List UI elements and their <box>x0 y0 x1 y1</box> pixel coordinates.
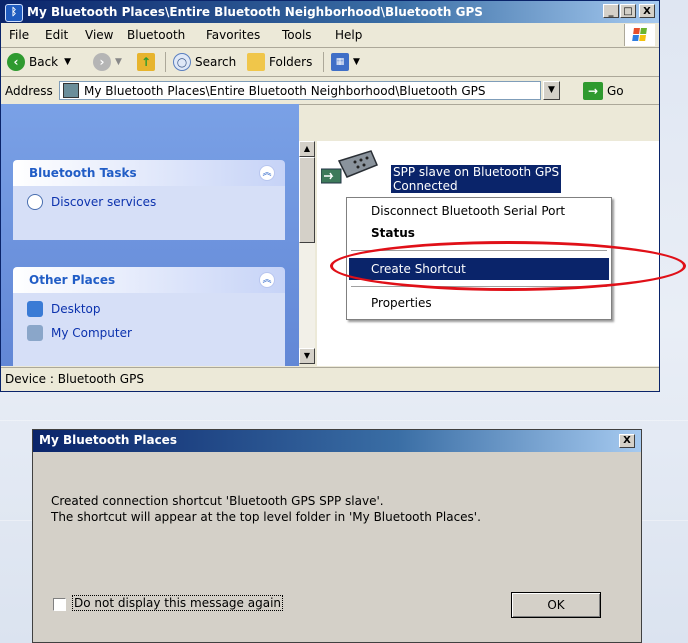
search-icon <box>27 194 43 210</box>
up-folder-button[interactable]: ↑ <box>137 52 159 72</box>
desktop-link[interactable]: Desktop <box>13 297 285 321</box>
collapse-chevron-icon[interactable]: ︽ <box>259 272 275 288</box>
dialog-message-line2: The shortcut will appear at the top leve… <box>51 510 481 524</box>
minimize-button[interactable]: _ <box>603 4 619 18</box>
menu-item-disconnect[interactable]: Disconnect Bluetooth Serial Port <box>349 200 609 222</box>
close-button[interactable]: X <box>639 4 655 18</box>
address-input[interactable]: My Bluetooth Places\Entire Bluetooth Nei… <box>59 81 541 100</box>
dialog-title: My Bluetooth Places <box>39 433 177 447</box>
views-icon: ▦ <box>331 53 349 71</box>
device-name: SPP slave on Bluetooth GPS <box>393 165 560 179</box>
search-icon: ○ <box>173 53 191 71</box>
go-arrow-icon: → <box>583 82 603 100</box>
explorer-window: ᛒ My Bluetooth Places\Entire Bluetooth N… <box>0 0 660 392</box>
forward-button[interactable]: › ▼ <box>93 52 122 72</box>
confirmation-dialog: My Bluetooth Places X Created connection… <box>32 429 642 643</box>
menu-help[interactable]: Help <box>335 28 362 42</box>
folders-icon <box>247 53 265 71</box>
ok-button[interactable]: OK <box>511 592 601 618</box>
bluetooth-tasks-panel: Bluetooth Tasks ︽ Discover services <box>13 160 285 240</box>
dialog-message-line1: Created connection shortcut 'Bluetooth G… <box>51 494 384 508</box>
menu-edit[interactable]: Edit <box>45 28 68 42</box>
discover-services-link[interactable]: Discover services <box>13 190 285 214</box>
dialog-titlebar[interactable]: My Bluetooth Places X <box>33 430 641 452</box>
other-places-panel: Other Places ︽ Desktop My Computer <box>13 267 285 366</box>
my-computer-link[interactable]: My Computer <box>13 321 285 345</box>
forward-arrow-icon: › <box>93 53 111 71</box>
chevron-down-icon[interactable]: ▼ <box>115 57 122 67</box>
chevron-down-icon[interactable]: ▼ <box>64 57 71 67</box>
maximize-button[interactable]: □ <box>620 4 636 18</box>
go-button[interactable]: → Go <box>583 81 624 101</box>
toolbar: ‹ Back ▼ › ▼ ↑ ○ Search Folders ▦ ▼ <box>1 48 659 77</box>
up-folder-icon: ↑ <box>137 53 155 71</box>
menu-file[interactable]: File <box>9 28 29 42</box>
menu-bar: File Edit View Bluetooth Favorites Tools… <box>1 23 659 48</box>
menu-view[interactable]: View <box>85 28 113 42</box>
bluetooth-device-icon <box>63 83 79 98</box>
address-label: Address <box>5 84 53 98</box>
menu-item-properties[interactable]: Properties <box>349 292 609 314</box>
views-button[interactable]: ▦ ▼ <box>331 52 360 72</box>
scroll-down-button[interactable]: ▼ <box>299 348 315 364</box>
scroll-thumb[interactable] <box>299 157 315 243</box>
status-bar: Device : Bluetooth GPS <box>1 367 659 392</box>
task-pane: Bluetooth Tasks ︽ Discover services Othe… <box>1 104 299 366</box>
dialog-close-button[interactable]: X <box>619 434 635 448</box>
menu-tools[interactable]: Tools <box>282 28 312 42</box>
vertical-scrollbar[interactable]: ▲ ▼ <box>299 141 315 364</box>
address-bar: Address My Bluetooth Places\Entire Bluet… <box>1 78 659 105</box>
scroll-up-button[interactable]: ▲ <box>299 141 315 157</box>
menu-bluetooth[interactable]: Bluetooth <box>127 28 185 42</box>
serial-port-connector-icon[interactable] <box>320 147 381 191</box>
device-label[interactable]: SPP slave on Bluetooth GPS Connected <box>391 165 562 193</box>
other-places-header[interactable]: Other Places ︽ <box>13 267 285 293</box>
folders-button[interactable]: Folders <box>247 52 312 72</box>
dont-show-again-checkbox[interactable] <box>53 598 66 611</box>
menu-favorites[interactable]: Favorites <box>206 28 260 42</box>
chevron-down-icon[interactable]: ▼ <box>353 57 360 67</box>
search-button[interactable]: ○ Search <box>173 52 236 72</box>
highlight-annotation-oval <box>330 241 686 291</box>
bluetooth-tasks-header[interactable]: Bluetooth Tasks ︽ <box>13 160 285 186</box>
window-title: My Bluetooth Places\Entire Bluetooth Nei… <box>27 5 483 19</box>
my-computer-icon <box>27 325 43 341</box>
bluetooth-places-icon: ᛒ <box>5 4 23 22</box>
back-button[interactable]: ‹ Back ▼ <box>7 52 71 72</box>
explorer-titlebar[interactable]: ᛒ My Bluetooth Places\Entire Bluetooth N… <box>1 1 659 23</box>
windows-logo-icon <box>624 24 655 46</box>
collapse-chevron-icon[interactable]: ︽ <box>259 165 275 181</box>
back-arrow-icon: ‹ <box>7 53 25 71</box>
dont-show-again-label[interactable]: Do not display this message again <box>71 595 284 611</box>
status-text: Device : Bluetooth GPS <box>5 372 144 386</box>
desktop-icon <box>27 301 43 317</box>
device-status: Connected <box>393 179 458 193</box>
address-dropdown-button[interactable]: ▼ <box>543 81 560 100</box>
